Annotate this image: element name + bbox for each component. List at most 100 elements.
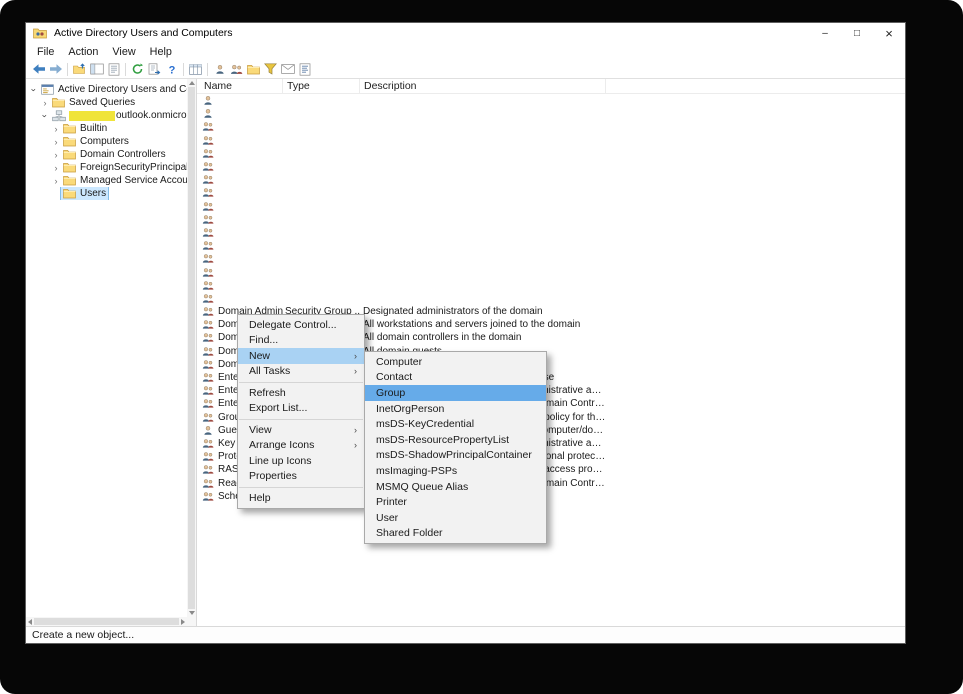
submenu-item-user[interactable]: User — [365, 510, 546, 526]
list-cell-description: Designated administrators of the domain — [363, 306, 543, 318]
scroll-down-icon[interactable] — [188, 611, 195, 615]
tree-expander-icon[interactable]: › — [29, 85, 39, 95]
scroll-right-icon[interactable] — [181, 618, 185, 625]
list-row[interactable] — [197, 94, 905, 107]
context-menu-item-delegate-control[interactable]: Delegate Control... — [238, 317, 364, 333]
list-row[interactable] — [197, 226, 905, 239]
tree-item-label: ForeignSecurityPrincipals — [80, 162, 187, 173]
list-row[interactable] — [197, 292, 905, 305]
context-menu: Delegate Control... Find... New › All Tasks ›… — [237, 314, 365, 509]
list-row[interactable] — [197, 134, 905, 147]
refresh-icon[interactable] — [129, 61, 146, 77]
submenu-item-shared-folder[interactable]: Shared Folder — [365, 526, 546, 542]
context-menu-item-new[interactable]: New › — [238, 348, 364, 364]
context-menu-item-properties[interactable]: Properties — [238, 469, 364, 485]
properties-icon[interactable] — [105, 61, 122, 77]
tree-item-domain-controllers[interactable]: › Domain Controllers — [26, 148, 187, 161]
submenu-item-msimaging-psps[interactable]: msImaging-PSPs — [365, 463, 546, 479]
scroll-left-icon[interactable] — [28, 618, 32, 625]
send-mail-icon[interactable] — [279, 61, 296, 77]
minimize-button[interactable]: – — [809, 23, 841, 43]
list-row[interactable] — [197, 252, 905, 265]
scroll-up-icon[interactable] — [188, 81, 195, 85]
context-menu-item-arrange-icons[interactable]: Arrange Icons › — [238, 438, 364, 454]
tree-horizontal-scrollbar[interactable] — [26, 617, 187, 626]
tree-expander-icon[interactable]: › — [51, 137, 61, 147]
menu-action[interactable]: Action — [61, 45, 105, 59]
menu-item-label: New — [249, 349, 271, 362]
menu-file[interactable]: File — [30, 45, 61, 59]
context-menu-item-view[interactable]: View › — [238, 422, 364, 438]
submenu-item-msds-keycredential[interactable]: msDS-KeyCredential — [365, 416, 546, 432]
tree-expander-icon[interactable]: › — [51, 150, 61, 160]
tree-vertical-scrollbar[interactable] — [187, 79, 196, 617]
forward-icon[interactable] — [47, 61, 64, 77]
context-menu-item-all-tasks[interactable]: All Tasks › — [238, 364, 364, 380]
maximize-button[interactable]: □ — [841, 23, 873, 43]
submenu-item-msds-resourcepropertylist[interactable]: msDS-ResourcePropertyList — [365, 432, 546, 448]
vertical-scroll-thumb[interactable] — [188, 87, 195, 609]
list-row[interactable] — [197, 265, 905, 278]
svg-text:?: ? — [168, 64, 175, 76]
list-row[interactable] — [197, 147, 905, 160]
list-row[interactable] — [197, 173, 905, 186]
menu-help[interactable]: Help — [143, 45, 179, 59]
list-row[interactable] — [197, 200, 905, 213]
console-tree: › Active Directory Users and Computers [D… — [26, 79, 196, 200]
tree-item-users[interactable]: Users — [26, 187, 187, 200]
context-menu-item-find[interactable]: Find... — [238, 333, 364, 349]
view-table-icon[interactable] — [187, 61, 204, 77]
tree-item-foreignsecurityprincipals[interactable]: › ForeignSecurityPrincipals — [26, 161, 188, 174]
column-header-description[interactable]: Description — [360, 79, 606, 93]
show-console-tree-icon[interactable] — [88, 61, 105, 77]
horizontal-scroll-thumb[interactable] — [34, 618, 179, 625]
list-row[interactable] — [197, 160, 905, 173]
submenu-item-msmq-queue-alias[interactable]: MSMQ Queue Alias — [365, 479, 546, 495]
tree-expander-icon[interactable]: › — [40, 111, 50, 121]
submenu-item-group[interactable]: Group — [365, 385, 546, 401]
tree-expander-icon[interactable]: › — [51, 163, 61, 173]
help-icon[interactable]: ? — [163, 61, 180, 77]
up-one-level-icon[interactable] — [71, 61, 88, 77]
submenu-item-computer[interactable]: Computer — [365, 354, 546, 370]
submenu-item-inetorgperson[interactable]: InetOrgPerson — [365, 401, 546, 417]
context-menu-item-help[interactable]: Help — [238, 490, 364, 506]
menu-view[interactable]: View — [105, 45, 142, 59]
tree-item-saved-queries[interactable]: › Saved Queries — [26, 96, 187, 109]
group-icon — [202, 214, 214, 225]
open-list-icon[interactable] — [296, 61, 313, 77]
submenu-arrow-icon: › — [354, 440, 357, 451]
tree-item-outlook-onmicrosoft-com[interactable]: › outlook.onmicrosoft.com — [26, 109, 187, 122]
close-button[interactable]: × — [873, 23, 905, 43]
list-row[interactable] — [197, 213, 905, 226]
create-user-icon[interactable] — [211, 61, 228, 77]
tree-item-active-directory-users-and-computers-dc[interactable]: › Active Directory Users and Computers [D… — [26, 83, 187, 96]
console-root-icon — [41, 84, 55, 95]
back-icon[interactable] — [30, 61, 47, 77]
tree-expander-icon[interactable]: › — [51, 176, 61, 186]
tree-item-managed-service-accounts[interactable]: › Managed Service Accounts — [26, 174, 188, 187]
create-ou-icon[interactable] — [245, 61, 262, 77]
redaction-overlay — [69, 110, 115, 121]
context-menu-item-export-list[interactable]: Export List... — [238, 401, 364, 417]
submenu-item-contact[interactable]: Contact — [365, 370, 546, 386]
tree-item-builtin[interactable]: › Builtin — [26, 122, 187, 135]
submenu-item-msds-shadowprincipalcontainer[interactable]: msDS-ShadowPrincipalContainer — [365, 448, 546, 464]
submenu-item-printer[interactable]: Printer — [365, 494, 546, 510]
column-header-type[interactable]: Type — [283, 79, 360, 93]
menu-item-label: Refresh — [249, 386, 286, 399]
tree-expander-icon[interactable]: › — [51, 124, 61, 134]
set-filter-icon[interactable] — [262, 61, 279, 77]
create-group-icon[interactable] — [228, 61, 245, 77]
list-row[interactable] — [197, 120, 905, 133]
tree-expander-icon[interactable]: › — [40, 98, 50, 108]
column-header-name[interactable]: Name — [197, 79, 283, 93]
list-row[interactable] — [197, 186, 905, 199]
export-list-icon[interactable] — [146, 61, 163, 77]
context-menu-item-line-up-icons[interactable]: Line up Icons — [238, 453, 364, 469]
context-menu-item-refresh[interactable]: Refresh — [238, 385, 364, 401]
list-row[interactable] — [197, 279, 905, 292]
tree-item-computers[interactable]: › Computers — [26, 135, 187, 148]
list-row[interactable] — [197, 239, 905, 252]
list-row[interactable] — [197, 107, 905, 120]
